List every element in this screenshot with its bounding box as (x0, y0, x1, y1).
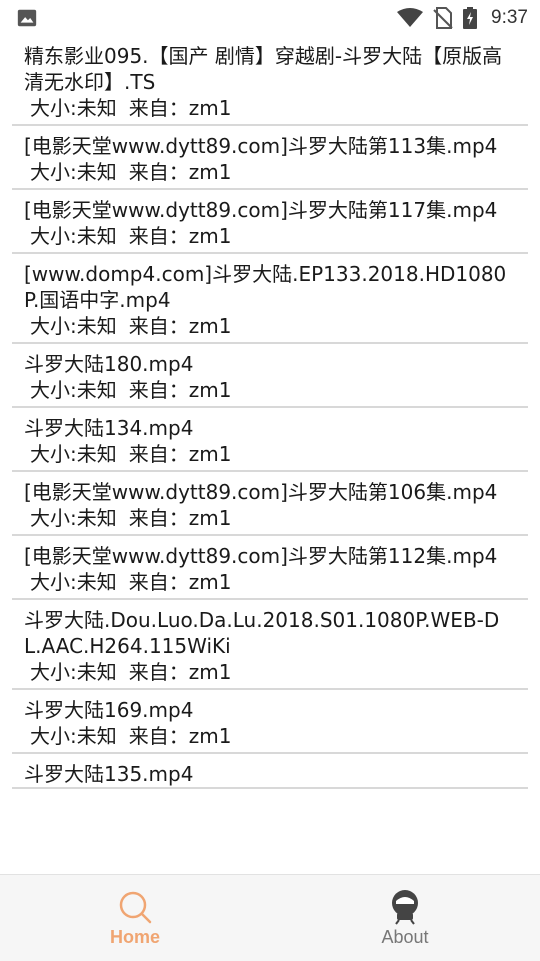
file-size: 大小:未知 (30, 570, 117, 594)
list-item[interactable]: 斗罗大陆169.mp4 大小:未知 来自：zm1 (12, 690, 528, 754)
file-title: 斗罗大陆135.mp4 (24, 762, 194, 786)
file-size: 大小:未知 (30, 224, 117, 248)
file-size: 大小:未知 (30, 378, 117, 402)
file-source: 来自：zm1 (128, 314, 232, 338)
file-source: 来自：zm1 (128, 506, 232, 530)
file-source: 来自：zm1 (128, 378, 232, 402)
file-size: 大小:未知 (30, 96, 117, 120)
list-item[interactable]: 斗罗大陆135.mp4 (12, 754, 528, 789)
list-item[interactable]: [电影天堂www.dytt89.com]斗罗大陆第113集.mp4 大小:未知 来自… (12, 126, 528, 190)
wifi-icon (397, 8, 424, 27)
file-size: 大小:未知 (30, 160, 117, 184)
file-source: 来自：zm1 (128, 160, 232, 184)
file-source: 来自：zm1 (128, 570, 232, 594)
file-meta: 大小:未知 来自：zm1 (24, 95, 516, 124)
file-title: 精东影业095.【国产 剧情】穿越剧-斗罗大陆【原版高清无水印】.TS (24, 44, 503, 94)
file-meta: 大小:未知 来自：zm1 (24, 441, 516, 470)
list-item[interactable]: 斗罗大陆134.mp4 大小:未知 来自：zm1 (12, 408, 528, 472)
file-title: [电影天堂www.dytt89.com]斗罗大陆第112集.mp4 (24, 544, 498, 568)
list-item[interactable]: [www.domp4.com]斗罗大陆.EP133.2018.HD1080P.国… (12, 254, 528, 344)
file-title: [电影天堂www.dytt89.com]斗罗大陆第117集.mp4 (24, 198, 498, 222)
no-sim-icon (433, 7, 453, 29)
file-size: 大小:未知 (30, 506, 117, 530)
file-meta: 大小:未知 来自：zm1 (24, 159, 516, 188)
file-title: 斗罗大陆.Dou.Luo.Da.Lu.2018.S01.1080P.WEB-DL… (24, 608, 500, 658)
file-size: 大小:未知 (30, 314, 117, 338)
search-icon (119, 891, 152, 923)
nav-about[interactable]: About (270, 875, 540, 961)
status-bar: 9:37 (0, 0, 540, 36)
file-meta: 大小:未知 来自：zm1 (24, 313, 516, 342)
list-item[interactable]: [电影天堂www.dytt89.com]斗罗大陆第112集.mp4 大小:未知 来自… (12, 536, 528, 600)
train-icon (392, 889, 418, 925)
list-item[interactable]: 斗罗大陆.Dou.Luo.Da.Lu.2018.S01.1080P.WEB-DL… (12, 600, 528, 690)
file-source: 来自：zm1 (128, 660, 232, 684)
file-meta: 大小:未知 来自：zm1 (24, 659, 516, 688)
file-title: 斗罗大陆134.mp4 (24, 416, 194, 440)
file-title: [电影天堂www.dytt89.com]斗罗大陆第106集.mp4 (24, 480, 498, 504)
nav-about-label: About (381, 926, 429, 947)
file-meta: 大小:未知 来自：zm1 (24, 723, 516, 752)
battery-charging-icon (463, 7, 478, 29)
bottom-nav: Home About (0, 874, 540, 961)
nav-home-label: Home (109, 926, 160, 947)
status-time: 9:37 (491, 7, 528, 28)
file-title: 斗罗大陆180.mp4 (24, 352, 194, 376)
file-meta: 大小:未知 来自：zm1 (24, 377, 516, 406)
file-source: 来自：zm1 (128, 96, 232, 120)
file-size: 大小:未知 (30, 660, 117, 684)
file-list[interactable]: 精东影业095.【国产 剧情】穿越剧-斗罗大陆【原版高清无水印】.TS 大小:未知… (0, 36, 540, 874)
list-item[interactable]: 精东影业095.【国产 剧情】穿越剧-斗罗大陆【原版高清无水印】.TS 大小:未知… (12, 36, 528, 126)
file-size: 大小:未知 (30, 442, 117, 466)
list-item[interactable]: 斗罗大陆180.mp4 大小:未知 来自：zm1 (12, 344, 528, 408)
list-item[interactable]: [电影天堂www.dytt89.com]斗罗大陆第117集.mp4 大小:未知 来自… (12, 190, 528, 254)
file-meta: 大小:未知 来自：zm1 (24, 569, 516, 598)
file-source: 来自：zm1 (128, 724, 232, 748)
file-source: 来自：zm1 (128, 442, 232, 466)
file-meta: 大小:未知 来自：zm1 (24, 223, 516, 252)
nav-home[interactable]: Home (0, 875, 270, 961)
file-source: 来自：zm1 (128, 224, 232, 248)
file-meta: 大小:未知 来自：zm1 (24, 505, 516, 534)
file-title: [www.domp4.com]斗罗大陆.EP133.2018.HD1080P.国… (24, 262, 507, 312)
file-size: 大小:未知 (30, 724, 117, 748)
image-icon (17, 9, 37, 27)
file-title: [电影天堂www.dytt89.com]斗罗大陆第113集.mp4 (24, 134, 498, 158)
file-title: 斗罗大陆169.mp4 (24, 698, 194, 722)
list-item[interactable]: [电影天堂www.dytt89.com]斗罗大陆第106集.mp4 大小:未知 来自… (12, 472, 528, 536)
